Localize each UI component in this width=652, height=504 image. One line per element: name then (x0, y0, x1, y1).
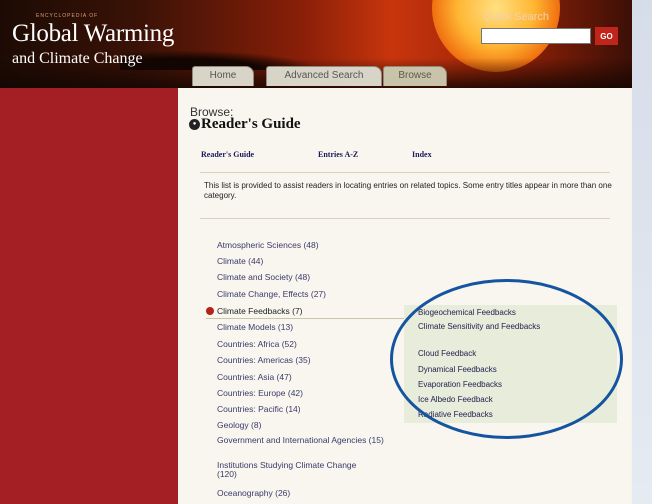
description-divider (200, 218, 610, 219)
category-climate-change-effects[interactable]: Climate Change, Effects (27) (217, 290, 326, 299)
reader-guide-icon: ● (189, 119, 200, 130)
subcategory-climate-sensitivity-feedbacks[interactable]: Climate Sensitivity and Feedbacks (418, 322, 578, 331)
quick-search-go-button[interactable]: GO (595, 27, 618, 45)
left-sidebar (0, 88, 178, 504)
page: ENCYCLOPEDIA OF Global Warming and Clima… (0, 0, 652, 504)
brand-eyebrow: ENCYCLOPEDIA OF (36, 13, 99, 19)
right-scroll-area[interactable] (632, 0, 652, 504)
subcategory-evaporation-feedbacks[interactable]: Evaporation Feedbacks (418, 380, 502, 389)
quick-search-input[interactable] (481, 28, 591, 44)
nav-link-index[interactable]: Index (412, 150, 432, 159)
subcategory-cloud-feedback[interactable]: Cloud Feedback (418, 349, 476, 358)
subcategory-biogeochemical-feedbacks[interactable]: Biogeochemical Feedbacks (418, 308, 516, 317)
category-climate-feedbacks[interactable]: Climate Feedbacks (7) (217, 307, 303, 316)
category-countries-europe[interactable]: Countries: Europe (42) (217, 389, 303, 398)
active-category-bullet (206, 307, 214, 315)
site-header: ENCYCLOPEDIA OF Global Warming and Clima… (0, 0, 632, 88)
quick-search-label: Quick Search (483, 11, 550, 23)
nav-divider (200, 172, 610, 173)
category-countries-pacific[interactable]: Countries: Pacific (14) (217, 405, 301, 414)
tab-advanced-search[interactable]: Advanced Search (266, 66, 382, 86)
subcategory-ice-albedo-feedback[interactable]: Ice Albedo Feedback (418, 395, 493, 404)
category-climate-and-society[interactable]: Climate and Society (48) (217, 273, 310, 282)
site-title[interactable]: Global Warming (12, 21, 174, 47)
category-geology[interactable]: Geology (8) (217, 421, 261, 430)
category-countries-asia[interactable]: Countries: Asia (47) (217, 373, 292, 382)
tab-browse[interactable]: Browse (383, 66, 447, 86)
nav-link-entries-a-z[interactable]: Entries A-Z (318, 150, 358, 159)
subcategory-dynamical-feedbacks[interactable]: Dynamical Feedbacks (418, 365, 497, 374)
category-institutions-studying-climate-change[interactable]: Institutions Studying Climate Change (12… (217, 461, 372, 479)
page-description: This list is provided to assist readers … (204, 181, 612, 200)
active-category-underline (206, 318, 404, 319)
page-title: Reader's Guide (201, 116, 301, 132)
category-climate-models[interactable]: Climate Models (13) (217, 323, 293, 332)
category-climate[interactable]: Climate (44) (217, 257, 263, 266)
nav-link-readers-guide[interactable]: Reader's Guide (201, 150, 254, 159)
category-countries-americas[interactable]: Countries: Americas (35) (217, 356, 311, 365)
category-countries-africa[interactable]: Countries: Africa (52) (217, 340, 297, 349)
tab-home[interactable]: Home (192, 66, 254, 86)
category-government-international-agencies[interactable]: Government and International Agencies (1… (217, 436, 389, 445)
subcategory-radiative-feedbacks[interactable]: Radiative Feedbacks (418, 410, 493, 419)
site-subtitle[interactable]: and Climate Change (12, 50, 143, 68)
category-oceanography[interactable]: Oceanography (26) (217, 489, 290, 498)
category-atmospheric-sciences[interactable]: Atmospheric Sciences (48) (217, 241, 319, 250)
